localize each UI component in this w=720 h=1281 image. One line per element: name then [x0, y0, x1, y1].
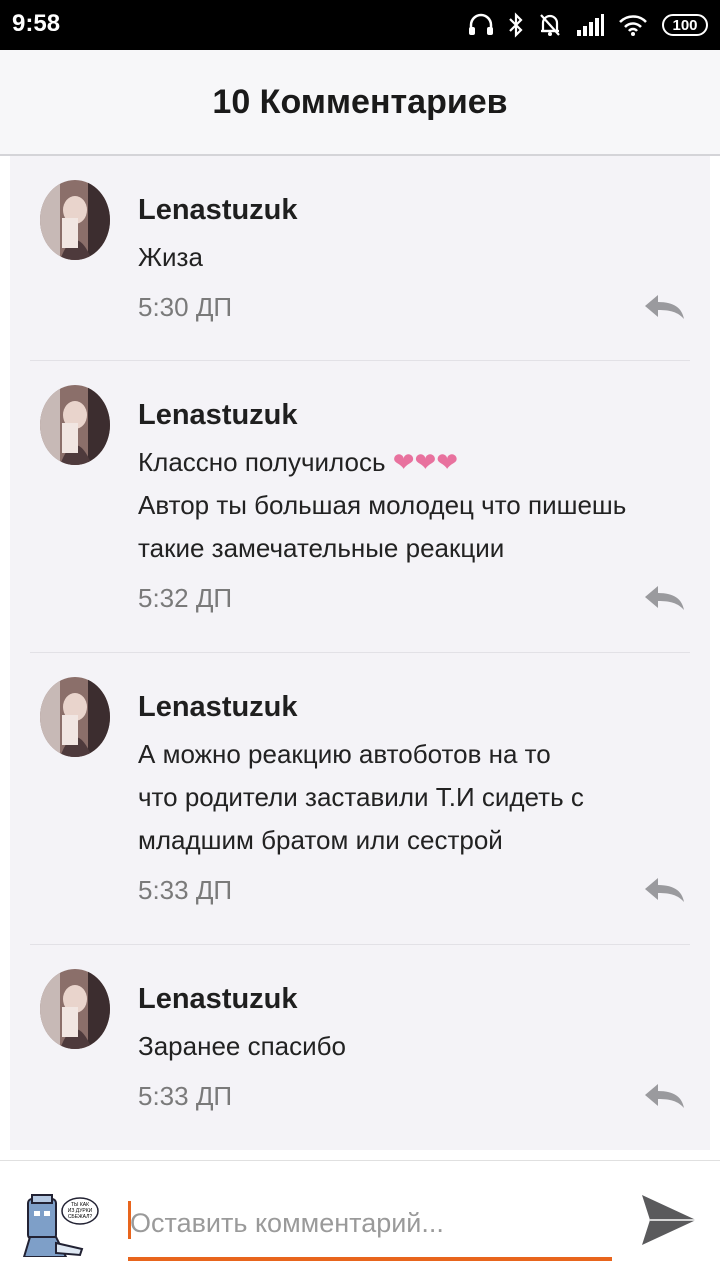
- reply-button[interactable]: [642, 1081, 686, 1111]
- send-icon: [642, 1195, 696, 1245]
- comment-line: Автор ты большая молодец что пишешь: [138, 490, 627, 520]
- avatar[interactable]: [40, 385, 110, 465]
- wifi-icon: [618, 14, 648, 36]
- heart-emoji: ❤❤❤: [392, 447, 459, 477]
- comment-line: Жиза: [138, 242, 203, 272]
- reply-icon: [645, 586, 684, 610]
- reply-icon: [645, 878, 684, 902]
- comment-time: 5:30 ДП: [138, 292, 233, 322]
- comment-time: 5:33 ДП: [138, 1081, 233, 1111]
- comment-time: 5:32 ДП: [138, 583, 233, 613]
- header: 10 Комментариев: [0, 50, 720, 156]
- avatar[interactable]: [40, 180, 110, 260]
- comment-author[interactable]: Lenastuzuk: [138, 194, 298, 227]
- comment-author[interactable]: Lenastuzuk: [138, 983, 298, 1016]
- status-icons: 100: [468, 10, 708, 40]
- comment-item: Lenastuzuk Жиза 5:30 ДП: [10, 156, 710, 360]
- signal-icon: [576, 14, 604, 36]
- comment-input-bar: ТЫ КАК ИЗ ДУРКИ СБЕЖАЛ?: [0, 1160, 720, 1281]
- page-title: 10 Комментариев: [212, 82, 508, 121]
- reply-icon: [645, 295, 684, 319]
- comment-line: Заранее спасибо: [138, 1031, 346, 1061]
- comment-line: младшим братом или сестрой: [138, 825, 503, 855]
- comment-text: Заранее спасибо: [138, 1025, 688, 1068]
- mute-bell-icon: [538, 12, 562, 38]
- comment-item: Lenastuzuk Заранее спасибо 5:33 ДП: [10, 945, 710, 1150]
- comment-item: Lenastuzuk Классно получилось ❤❤❤ Автор …: [10, 361, 710, 652]
- text-cursor: [128, 1201, 131, 1239]
- comment-line: такие замечательные реакции: [138, 533, 505, 563]
- comment-input[interactable]: [128, 1199, 614, 1247]
- status-bar: 9:58 100: [0, 0, 720, 50]
- input-underline: [128, 1257, 612, 1261]
- comment-text: А можно реакцию автоботов на то что роди…: [138, 733, 688, 862]
- avatar[interactable]: [40, 677, 110, 757]
- send-button[interactable]: [638, 1191, 700, 1249]
- comment-line: Классно получилось ❤❤❤: [138, 441, 688, 484]
- comment-text: Классно получилось ❤❤❤ Автор ты большая …: [138, 441, 688, 570]
- reply-button[interactable]: [642, 292, 686, 322]
- status-time: 9:58: [12, 10, 61, 37]
- battery-icon: 100: [662, 14, 708, 36]
- reply-button[interactable]: [642, 875, 686, 905]
- comment-time: 5:33 ДП: [138, 875, 233, 905]
- avatar[interactable]: [40, 969, 110, 1049]
- svg-text:СБЕЖАЛ?: СБЕЖАЛ?: [68, 1214, 93, 1220]
- reply-button[interactable]: [642, 583, 686, 613]
- headphones-icon: [468, 13, 494, 37]
- comment-text: Жиза: [138, 236, 688, 279]
- comment-line: А можно реакцию автоботов на то: [138, 739, 551, 769]
- user-avatar[interactable]: ТЫ КАК ИЗ ДУРКИ СБЕЖАЛ?: [22, 1191, 100, 1258]
- reply-icon: [645, 1084, 684, 1108]
- comment-line-text: Классно получилось: [138, 447, 386, 477]
- bluetooth-icon: [508, 12, 524, 38]
- comment-item: Lenastuzuk А можно реакцию автоботов на …: [10, 653, 710, 944]
- comment-author[interactable]: Lenastuzuk: [138, 691, 298, 724]
- comment-author[interactable]: Lenastuzuk: [138, 399, 298, 432]
- comments-list[interactable]: Lenastuzuk Жиза 5:30 ДП Lenastuzuk Класс…: [10, 156, 710, 1150]
- comment-line: что родители заставили Т.И сидеть с: [138, 782, 584, 812]
